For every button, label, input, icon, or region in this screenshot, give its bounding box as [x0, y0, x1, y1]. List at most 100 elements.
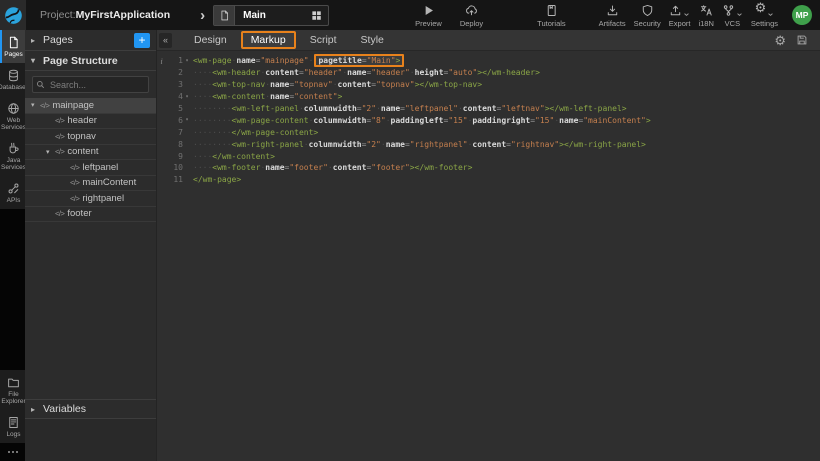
fold-toggle-icon[interactable]: ▾	[183, 94, 191, 100]
caret-right-icon: ▸	[31, 405, 43, 414]
caret-down-icon: ▾	[31, 56, 43, 65]
app-logo[interactable]	[0, 0, 26, 30]
tree-node-content[interactable]: ▾</>content	[25, 145, 156, 161]
chevron-right-icon: ›	[200, 8, 205, 23]
tree-node-mainpage[interactable]: ▾</>mainpage	[25, 98, 156, 114]
code-line[interactable]: 3····<wm-top-nav·name="topnav"·content="…	[157, 79, 820, 91]
code-lines: i1▾<wm-page·name="mainpage"·pagetitle="M…	[157, 55, 820, 186]
topbar-action-tutorials[interactable]: Tutorials	[533, 3, 569, 28]
widget-code-icon: </>	[70, 163, 79, 172]
rail-item-label: Pages	[4, 51, 22, 58]
shield-icon	[641, 4, 654, 17]
code-line-text: <wm-page·name="mainpage"·pagetitle="Main…	[193, 54, 405, 67]
rail-item-web-services[interactable]: Web Services	[0, 96, 25, 136]
code-line[interactable]: 8········<wm-right-panel·columnwidth="2"…	[157, 138, 820, 150]
code-line[interactable]: 7········</wm-page-content>	[157, 126, 820, 138]
code-line-text: ········<wm-left-panel·columnwidth="2"·n…	[193, 104, 627, 113]
topbar-action-deploy[interactable]: Deploy	[456, 3, 487, 28]
code-line[interactable]: 2 ····<wm-header·content="header"·name="h…	[157, 67, 820, 79]
api-icon	[7, 182, 20, 195]
code-line[interactable]: i1▾<wm-page·name="mainpage"·pagetitle="M…	[157, 55, 820, 67]
code-line[interactable]: 6▾········<wm-page-content·columnwidth="…	[157, 114, 820, 126]
tab-style[interactable]: Style	[351, 31, 394, 49]
folder-icon	[7, 376, 20, 389]
search-container	[25, 71, 156, 98]
line-number: 4	[166, 92, 183, 101]
tutorials-icon	[545, 4, 558, 17]
topbar-action-export[interactable]: Export	[665, 3, 695, 28]
logs-icon	[7, 416, 20, 429]
page-structure-header[interactable]: ▾ Page Structure	[25, 50, 156, 71]
code-line[interactable]: 11</wm-page>	[157, 174, 820, 186]
code-line-text: ····<wm-header·content="header"·name="he…	[193, 68, 540, 77]
rail-item-pages[interactable]: Pages	[0, 30, 25, 63]
tab-design[interactable]: Design	[184, 31, 237, 49]
globe-icon	[7, 102, 20, 115]
tree-node-topnav[interactable]: </>topnav	[25, 129, 156, 145]
code-line[interactable]: 4▾····<wm-content·name="content">	[157, 91, 820, 103]
markup-code-editor[interactable]: i1▾<wm-page·name="mainpage"·pagetitle="M…	[157, 51, 820, 461]
page-icon	[7, 36, 20, 49]
rail-item-label: File Explorer	[1, 391, 25, 405]
chev-icon	[736, 11, 743, 18]
topbar-action-i18n[interactable]: i18N	[694, 3, 717, 28]
tree-node-footer[interactable]: </>footer	[25, 207, 156, 223]
rail-item-logs[interactable]: Logs	[0, 410, 25, 443]
database-icon	[7, 69, 20, 82]
code-line[interactable]: 9····</wm-content>	[157, 150, 820, 162]
tree-node-rightpanel[interactable]: </>rightpanel	[25, 191, 156, 207]
add-page-button[interactable]: +	[134, 33, 150, 48]
topbar-action-settings[interactable]: ⚙Settings	[747, 3, 782, 28]
variables-section-header[interactable]: ▸ Variables	[25, 399, 156, 419]
topbar-action-security[interactable]: Security	[630, 3, 665, 28]
code-line-text: ········</wm-page-content>	[193, 128, 318, 137]
tree-node-label: header	[67, 115, 97, 126]
topbar-action-label: i18N	[698, 19, 713, 28]
tab-script[interactable]: Script	[300, 31, 347, 49]
rail-item-databases[interactable]: Databases	[0, 63, 25, 96]
code-line[interactable]: 5········<wm-left-panel·columnwidth="2"·…	[157, 103, 820, 115]
collapse-panel-button[interactable]: «	[159, 33, 172, 48]
save-icon[interactable]	[796, 34, 808, 46]
code-line-text: ····<wm-footer·name="footer"·content="fo…	[193, 163, 472, 172]
fold-toggle-icon[interactable]: ▾	[183, 117, 191, 123]
rail-item-java-services[interactable]: Java Services	[0, 136, 25, 176]
avatar[interactable]: MP	[792, 5, 812, 25]
topbar-action-preview[interactable]: Preview	[411, 3, 446, 28]
language-icon	[700, 4, 713, 17]
info-marker-icon: i	[157, 56, 166, 66]
editor-area: « DesignMarkupScriptStyle ⚙ i1▾<wm-page·…	[157, 30, 820, 461]
topbar-action-artifacts[interactable]: Artifacts	[595, 3, 630, 28]
code-line-text: ········<wm-page-content·columnwidth="8"…	[193, 116, 651, 125]
topbar-actions-mid: Tutorials	[533, 3, 569, 28]
rail-item-file-explorer[interactable]: File Explorer	[0, 370, 25, 410]
search-input[interactable]	[32, 76, 149, 93]
project-name: MyFirstApplication	[76, 9, 171, 21]
fold-toggle-icon[interactable]: ▾	[183, 58, 191, 64]
tree-node-label: leftpanel	[82, 162, 118, 173]
page-selector[interactable]: Main	[213, 5, 329, 26]
widget-code-icon: </>	[55, 116, 64, 125]
rail-item-apis[interactable]: APIs	[0, 176, 25, 209]
pages-section-header[interactable]: ▸ Pages +	[25, 30, 156, 50]
tree-node-header[interactable]: </>header	[25, 114, 156, 130]
code-line-text: ········<wm-right-panel·columnwidth="2"·…	[193, 140, 646, 149]
editor-settings-gear-icon[interactable]: ⚙	[774, 34, 786, 47]
page-structure-tree: ▾</>mainpage</>header</>topnav▾</>conten…	[25, 98, 156, 222]
tab-markup[interactable]: Markup	[241, 31, 296, 49]
grid-icon[interactable]	[311, 10, 328, 21]
rail-item-label: Logs	[6, 431, 20, 438]
topbar-actions-right: ArtifactsSecurityExporti18N VCS⚙Settings	[595, 3, 782, 28]
page-structure-title: Page Structure	[43, 55, 118, 67]
topbar-action-label: Deploy	[460, 19, 483, 28]
tree-node-leftpanel[interactable]: </>leftpanel	[25, 160, 156, 176]
caret-down-icon: ▾	[31, 101, 40, 109]
line-number: 10	[166, 163, 183, 172]
tree-node-maincontent[interactable]: </>mainContent	[25, 176, 156, 192]
ide-window: Project:MyFirstApplication › Main Previe…	[0, 0, 820, 461]
line-number: 2	[166, 68, 183, 77]
rail-item-label: APIs	[7, 197, 21, 204]
code-line[interactable]: 10 ····<wm-footer·name="footer"·content="…	[157, 162, 820, 174]
more-options-button[interactable]	[0, 443, 25, 461]
topbar-action-vcs[interactable]: VCS	[718, 3, 747, 28]
